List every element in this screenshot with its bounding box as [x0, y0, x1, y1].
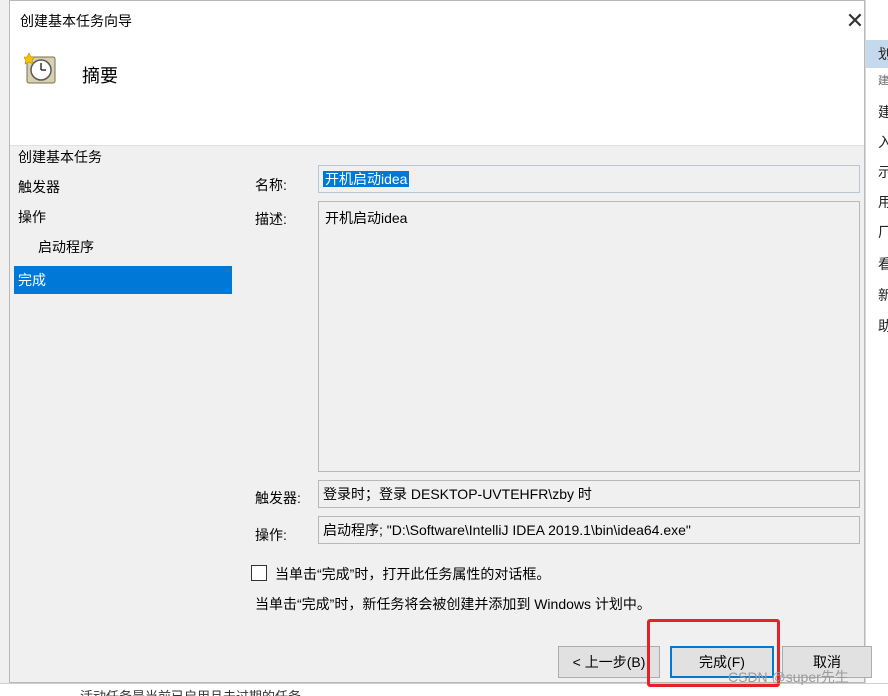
description-field[interactable]: 开机启动idea	[318, 201, 860, 472]
name-field[interactable]: 开机启动idea	[318, 165, 860, 193]
action-value: 启动程序; "D:\Software\IntelliJ IDEA 2019.1\…	[318, 516, 860, 544]
background-text: 入	[878, 134, 888, 150]
description-label: 描述:	[255, 211, 287, 227]
background-text: 示	[878, 164, 888, 180]
background-text: 建	[878, 104, 888, 120]
nav-item-trigger[interactable]: 触发器	[14, 173, 232, 201]
nav-item-action[interactable]: 操作	[14, 203, 232, 231]
back-button[interactable]: < 上一步(B)	[558, 646, 660, 678]
dialog-title: 创建基本任务向导	[20, 13, 132, 29]
background-text: 看	[878, 256, 888, 272]
open-properties-checkbox[interactable]	[251, 565, 267, 581]
nav-item-finish[interactable]: 完成	[14, 266, 232, 294]
background-text: 用	[878, 194, 888, 210]
close-button[interactable]: ✕	[842, 8, 868, 34]
name-value: 开机启动idea	[323, 171, 410, 187]
create-basic-task-dialog: 创建基本任务向导 ✕ 摘要 创建基本任务 触发器 操作 启动程序 完成 名称: …	[9, 0, 872, 683]
background-text: 厂	[878, 224, 888, 240]
trigger-value: 登录时；登录 DESKTOP-UVTEHFR\zby 时	[318, 480, 860, 508]
watermark: CSDN @super先生	[728, 669, 849, 685]
nav-item-start-program[interactable]: 启动程序	[14, 233, 232, 261]
title-bar: 创建基本任务向导 ✕	[10, 1, 864, 41]
background-window-right-edge: 划 建 建 入 示 用 厂 看 新 助	[865, 0, 888, 695]
background-text: 助	[878, 318, 888, 334]
background-text: 新	[878, 287, 888, 303]
background-text: 划	[878, 46, 888, 62]
name-label: 名称:	[255, 177, 287, 193]
open-properties-label[interactable]: 当单击“完成”时，打开此任务属性的对话框。	[275, 564, 550, 584]
task-clock-icon	[24, 52, 56, 84]
background-text: 建	[878, 75, 888, 87]
page-title: 摘要	[82, 66, 118, 86]
close-icon: ✕	[845, 8, 865, 33]
action-label: 操作:	[255, 527, 287, 543]
nav-item-create-basic-task[interactable]: 创建基本任务	[14, 143, 232, 171]
finish-info-text: 当单击“完成”时，新任务将会被创建并添加到 Windows 计划中。	[255, 596, 651, 612]
wizard-header: 摘要	[10, 41, 864, 146]
trigger-label: 触发器:	[255, 490, 301, 506]
